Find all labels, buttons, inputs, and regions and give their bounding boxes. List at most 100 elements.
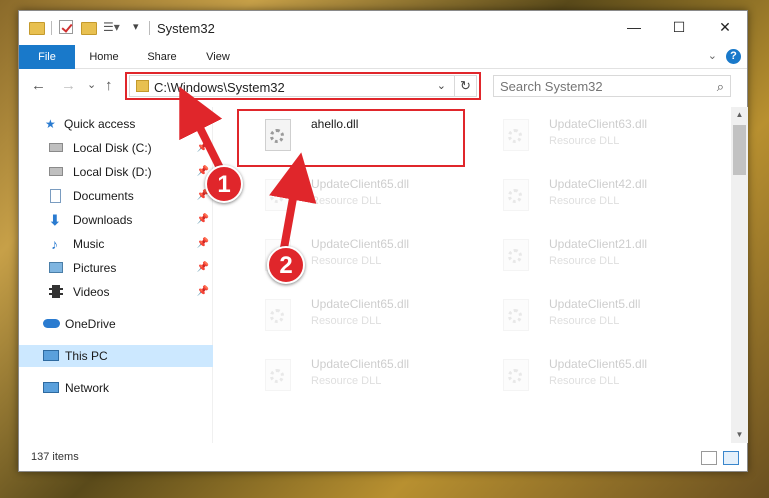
sidebar-item-pictures[interactable]: Pictures 📌	[49, 257, 209, 279]
pin-icon[interactable]: 📌	[197, 257, 209, 279]
sidebar-item-local-disk-c[interactable]: Local Disk (C:) 📌	[49, 137, 209, 159]
file-type: Resource DLL	[311, 255, 382, 267]
navigation-pane: ★ Quick access Local Disk (C:) 📌 Local D…	[19, 107, 213, 443]
search-box[interactable]: ⌕	[493, 75, 731, 97]
sidebar-item-this-pc[interactable]: This PC	[19, 345, 213, 367]
scroll-thumb[interactable]	[733, 125, 746, 175]
dll-file-icon	[503, 359, 529, 391]
file-item[interactable]: UpdateClient65.dll Resource DLL	[243, 355, 467, 409]
file-name: UpdateClient65.dll	[549, 357, 648, 371]
file-name: ahello.dll	[311, 117, 359, 131]
minimize-button[interactable]: —	[611, 11, 657, 43]
tab-file[interactable]: File	[19, 45, 75, 69]
file-type: Resource DLL	[549, 195, 620, 207]
file-name: UpdateClient21.dll	[549, 237, 648, 251]
tab-share[interactable]: Share	[137, 45, 187, 69]
file-name: UpdateClient5.dll	[549, 297, 641, 311]
sidebar-item-documents[interactable]: Documents 📌	[49, 185, 209, 207]
file-name: UpdateClient42.dll	[549, 177, 648, 191]
dll-file-icon	[265, 119, 291, 151]
sidebar-item-label: OneDrive	[65, 317, 116, 331]
file-item[interactable]: UpdateClient63.dll Resource DLL	[481, 115, 705, 169]
file-type: Resource DLL	[311, 375, 382, 387]
sidebar-item-label: Downloads	[73, 213, 133, 227]
dll-file-icon	[265, 179, 291, 211]
sidebar-item-label: Local Disk (D:)	[73, 165, 152, 179]
scroll-down-button[interactable]: ▼	[731, 427, 748, 443]
dll-file-icon	[265, 359, 291, 391]
file-name: UpdateClient65.dll	[311, 237, 410, 251]
sidebar-item-onedrive[interactable]: OneDrive	[43, 313, 209, 335]
sidebar-item-local-disk-d[interactable]: Local Disk (D:) 📌	[49, 161, 209, 183]
file-type: Resource DLL	[549, 315, 620, 327]
sidebar-item-downloads[interactable]: ⬇ Downloads 📌	[49, 209, 209, 231]
folder-icon	[29, 20, 45, 36]
dll-file-icon	[265, 299, 291, 331]
sidebar-item-network[interactable]: Network	[43, 377, 209, 399]
forward-button[interactable]: →	[61, 77, 76, 94]
cloud-icon	[43, 319, 60, 328]
back-button[interactable]: ←	[31, 77, 46, 94]
pictures-icon	[49, 262, 63, 273]
file-item-ahello[interactable]: ahello.dll	[243, 115, 467, 169]
divider	[149, 21, 150, 35]
star-icon: ★	[45, 117, 56, 131]
file-item[interactable]: UpdateClient42.dll Resource DLL	[481, 175, 705, 229]
pin-icon[interactable]: 📌	[197, 209, 209, 231]
folder-icon	[136, 80, 149, 92]
tab-view[interactable]: View	[195, 45, 241, 69]
drive-icon	[49, 167, 63, 176]
file-type: Resource DLL	[549, 375, 620, 387]
documents-icon	[50, 189, 61, 203]
sidebar-item-videos[interactable]: Videos 📌	[49, 281, 209, 303]
close-button[interactable]: ✕	[702, 11, 748, 43]
details-view-button[interactable]	[701, 451, 717, 465]
window-title: System32	[157, 21, 215, 36]
file-type: Resource DLL	[549, 135, 620, 147]
sidebar-item-label: This PC	[65, 349, 108, 363]
file-type: Resource DLL	[311, 195, 382, 207]
status-bar: 137 items	[19, 447, 747, 471]
up-button[interactable]: ↑	[105, 77, 113, 94]
pin-icon[interactable]: 📌	[197, 233, 209, 255]
divider	[51, 21, 52, 35]
search-icon[interactable]: ⌕	[717, 79, 724, 95]
download-icon: ⬇	[49, 212, 61, 228]
tab-home[interactable]: Home	[79, 45, 129, 69]
pin-icon[interactable]: 📌	[197, 281, 209, 303]
search-input[interactable]	[494, 76, 704, 96]
new-folder-icon[interactable]	[81, 20, 97, 36]
scroll-up-button[interactable]: ▲	[731, 107, 748, 123]
file-type: Resource DLL	[311, 315, 382, 327]
vertical-scrollbar[interactable]: ▲ ▼	[731, 107, 748, 443]
help-icon[interactable]: ?	[726, 49, 741, 64]
pin-icon[interactable]: 📌	[197, 137, 209, 159]
sidebar-item-quick-access[interactable]: ★ Quick access	[45, 113, 209, 135]
customize-toolbar-icon[interactable]: ☰▾	[103, 20, 120, 36]
sidebar-item-label: Local Disk (C:)	[73, 141, 152, 155]
file-item[interactable]: UpdateClient65.dll Resource DLL	[243, 175, 467, 229]
file-type: Resource DLL	[549, 255, 620, 267]
sidebar-item-label: Music	[73, 237, 105, 251]
maximize-button[interactable]: ☐	[656, 11, 702, 43]
file-item[interactable]: UpdateClient5.dll Resource DLL	[481, 295, 705, 349]
properties-icon[interactable]	[59, 20, 75, 36]
address-bar[interactable]: C:\Windows\System32 ⌄ ↻	[129, 75, 477, 97]
drive-icon	[49, 143, 63, 152]
network-icon	[43, 382, 59, 393]
dll-file-icon	[503, 239, 529, 271]
sidebar-item-label: Quick access	[64, 117, 136, 131]
file-name: UpdateClient63.dll	[549, 117, 648, 131]
large-icons-view-button[interactable]	[723, 451, 739, 465]
recent-locations-button[interactable]: ⌄	[87, 78, 96, 91]
address-path[interactable]: C:\Windows\System32	[154, 80, 285, 95]
refresh-button[interactable]: ↻	[454, 76, 476, 96]
collapse-ribbon-icon[interactable]: ⌄	[708, 49, 717, 62]
sidebar-item-music[interactable]: ♪ Music 📌	[49, 233, 209, 255]
chevron-down-icon[interactable]: ▾	[133, 20, 149, 36]
chevron-down-icon[interactable]: ⌄	[437, 79, 446, 92]
file-item[interactable]: UpdateClient21.dll Resource DLL	[481, 235, 705, 289]
file-item[interactable]: UpdateClient65.dll Resource DLL	[481, 355, 705, 409]
file-name: UpdateClient65.dll	[311, 357, 410, 371]
file-item[interactable]: UpdateClient65.dll Resource DLL	[243, 295, 467, 349]
